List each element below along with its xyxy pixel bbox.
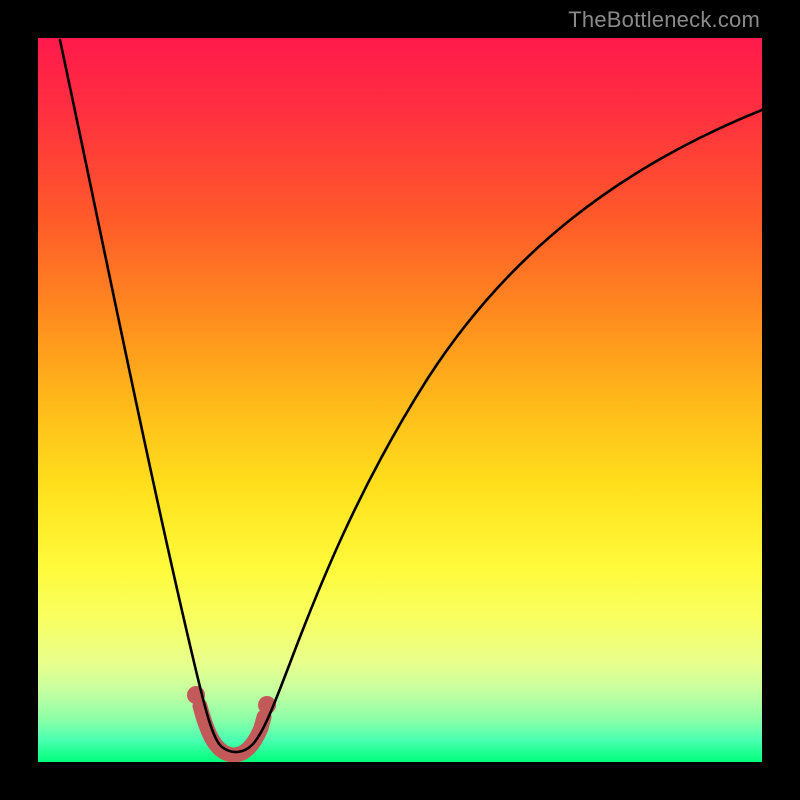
watermark-text: TheBottleneck.com: [568, 7, 760, 33]
bottleneck-curve-svg: [38, 38, 762, 762]
thick-highlight-segment: [200, 706, 264, 755]
main-curve: [60, 40, 762, 752]
chart-plot-area: [38, 38, 762, 762]
